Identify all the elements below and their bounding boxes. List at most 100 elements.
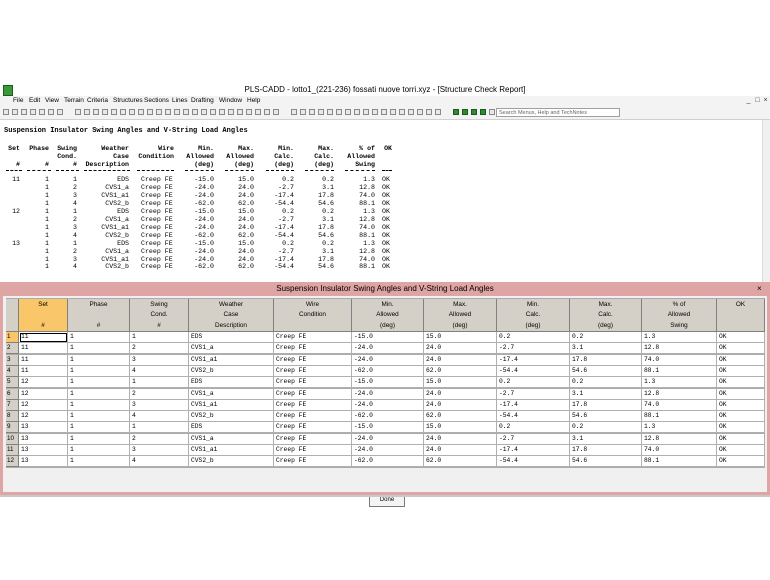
- grid-cell[interactable]: 1: [68, 332, 130, 343]
- grid-cell[interactable]: 1.3: [642, 332, 717, 343]
- grid-cell[interactable]: Creep FE: [274, 456, 352, 468]
- grid-cell[interactable]: Creep FE: [274, 343, 352, 355]
- grid-cell[interactable]: 4: [130, 411, 189, 423]
- green-tool-icon[interactable]: [192, 109, 198, 115]
- results-grid[interactable]: Set # Phase # Swing Cond. # Weather Case De…: [6, 298, 765, 468]
- menu-lines[interactable]: Lines: [172, 97, 188, 104]
- grid-cell[interactable]: -15.0: [352, 422, 424, 434]
- grid-cell[interactable]: -62.0: [352, 365, 424, 377]
- zoom-icon[interactable]: [372, 109, 378, 115]
- grid-row-number[interactable]: 9: [6, 422, 19, 434]
- grid-cell[interactable]: 12: [19, 388, 68, 400]
- new-file-icon[interactable]: [75, 109, 81, 115]
- grid-cell[interactable]: 24.0: [424, 399, 497, 411]
- grid-cell[interactable]: 13: [19, 445, 68, 456]
- grid-cell[interactable]: 2: [130, 343, 189, 355]
- open-icon[interactable]: [210, 109, 216, 115]
- grid-cell[interactable]: OK: [717, 422, 765, 434]
- grid-cell[interactable]: 0.2: [570, 332, 642, 343]
- grid-cell[interactable]: 1: [68, 411, 130, 423]
- print-icon[interactable]: [165, 109, 171, 115]
- grid-cell[interactable]: -24.0: [352, 399, 424, 411]
- grid-cell[interactable]: OK: [717, 388, 765, 400]
- grid-cell[interactable]: 3.1: [570, 343, 642, 355]
- grid-cell[interactable]: 0.2: [570, 377, 642, 389]
- grid-cell[interactable]: EDS: [189, 377, 274, 389]
- grid-column-header[interactable]: Set #: [19, 299, 68, 332]
- grid-cell[interactable]: CVS2_b: [189, 456, 274, 468]
- open-icon[interactable]: [273, 109, 279, 115]
- print-icon[interactable]: [426, 109, 432, 115]
- grid-cell[interactable]: 15.0: [424, 332, 497, 343]
- menu-view[interactable]: View: [45, 97, 59, 104]
- grid-cell[interactable]: -24.0: [352, 445, 424, 456]
- grid-cell[interactable]: 13: [19, 422, 68, 434]
- grid-cell[interactable]: 24.0: [424, 388, 497, 400]
- grid-cell[interactable]: CVS1_a1: [189, 445, 274, 456]
- open-icon[interactable]: [480, 109, 486, 115]
- save-icon[interactable]: [21, 109, 27, 115]
- grid-cell[interactable]: 12: [19, 377, 68, 389]
- new-file-icon[interactable]: [138, 109, 144, 115]
- new-file-icon[interactable]: [336, 109, 342, 115]
- grid-cell[interactable]: 24.0: [424, 433, 497, 445]
- grid-cell[interactable]: CVS1_a1: [189, 399, 274, 411]
- grid-cell[interactable]: 12: [19, 411, 68, 423]
- grid-cell[interactable]: -24.0: [352, 354, 424, 366]
- pan-icon[interactable]: [246, 109, 252, 115]
- grid-cell[interactable]: Creep FE: [274, 399, 352, 411]
- grid-cell[interactable]: 62.0: [424, 411, 497, 423]
- grid-cell[interactable]: CVS1_a1: [189, 354, 274, 366]
- grid-cell[interactable]: 15.0: [424, 377, 497, 389]
- grid-cell[interactable]: OK: [717, 365, 765, 377]
- grid-cell[interactable]: Creep FE: [274, 388, 352, 400]
- grid-cell[interactable]: -15.0: [352, 332, 424, 343]
- grid-cell[interactable]: 2: [130, 388, 189, 400]
- save-icon[interactable]: [354, 109, 360, 115]
- grid-cell[interactable]: -15.0: [352, 377, 424, 389]
- grid-column-header[interactable]: Wire Condition: [274, 299, 352, 332]
- search-input[interactable]: Search Menus, Help and TechNotes: [496, 108, 620, 117]
- grid-cell[interactable]: 1: [68, 445, 130, 456]
- grid-cell[interactable]: -2.7: [497, 343, 570, 355]
- grid-cell[interactable]: OK: [717, 411, 765, 423]
- grid-row-number[interactable]: 11: [6, 445, 19, 456]
- grid-column-header[interactable]: Phase #: [68, 299, 130, 332]
- grid-cell[interactable]: 1: [68, 377, 130, 389]
- green-tool-icon[interactable]: [390, 109, 396, 115]
- save-icon[interactable]: [291, 109, 297, 115]
- menu-terrain[interactable]: Terrain: [64, 97, 84, 104]
- grid-cell[interactable]: -24.0: [352, 388, 424, 400]
- grid-cell[interactable]: 17.8: [570, 354, 642, 366]
- zoom-icon[interactable]: [309, 109, 315, 115]
- grid-column-header[interactable]: OK: [717, 299, 765, 332]
- grid-cell[interactable]: OK: [717, 377, 765, 389]
- grid-row-number[interactable]: 12: [6, 456, 19, 468]
- print-icon[interactable]: [30, 109, 36, 115]
- minimize-button[interactable]: _: [745, 97, 752, 104]
- grid-cell[interactable]: EDS: [189, 422, 274, 434]
- grid-cell[interactable]: 11: [19, 354, 68, 366]
- grid-cell[interactable]: 1: [68, 388, 130, 400]
- grid-cell[interactable]: -24.0: [352, 343, 424, 355]
- grid-cell[interactable]: 1: [68, 365, 130, 377]
- zoom-icon[interactable]: [111, 109, 117, 115]
- grid-cell[interactable]: OK: [717, 456, 765, 468]
- grid-cell[interactable]: CVS1_a: [189, 343, 274, 355]
- grid-cell[interactable]: 3: [130, 399, 189, 411]
- save-icon[interactable]: [93, 109, 99, 115]
- new-file-icon[interactable]: [399, 109, 405, 115]
- menu-window[interactable]: Window: [219, 97, 242, 104]
- grid-cell[interactable]: 74.0: [642, 445, 717, 456]
- grid-cell[interactable]: 11: [19, 365, 68, 377]
- grid-cell[interactable]: 62.0: [424, 456, 497, 468]
- grid-cell[interactable]: Creep FE: [274, 354, 352, 366]
- grid-cell[interactable]: 62.0: [424, 365, 497, 377]
- grid-cell[interactable]: -62.0: [352, 456, 424, 468]
- grid-cell[interactable]: 0.2: [570, 422, 642, 434]
- zoom-icon[interactable]: [435, 109, 441, 115]
- grid-cell[interactable]: CVS1_a: [189, 433, 274, 445]
- grid-cell[interactable]: -54.4: [497, 456, 570, 468]
- new-file-icon[interactable]: [471, 109, 477, 115]
- grid-cell[interactable]: 0.2: [497, 377, 570, 389]
